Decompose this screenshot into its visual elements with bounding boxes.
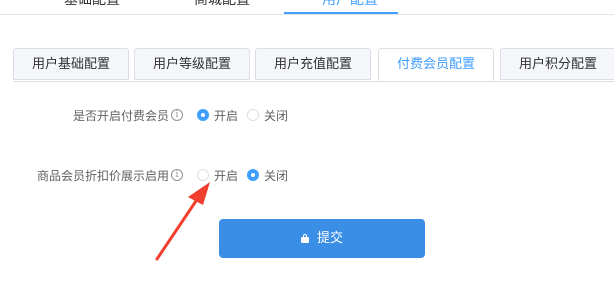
top-tab-user-label: 用户配置 — [322, 0, 378, 8]
submit-label: 提交 — [316, 231, 343, 246]
radio-dot — [247, 169, 259, 181]
discount-display-off-radio[interactable]: 关闭 — [247, 169, 288, 183]
discount-display-off-label: 关闭 — [264, 169, 289, 183]
discount-display-label: 商品会员折扣价展示启用 — [36, 169, 169, 183]
paid-member-row: 是否开启付费会员 开启 关闭 — [0, 106, 614, 126]
radio-dot — [197, 169, 209, 181]
top-tab-active-indicator — [284, 12, 398, 14]
discount-display-on-label: 开启 — [214, 169, 239, 183]
discount-display-on-radio[interactable]: 开启 — [197, 169, 238, 183]
lock-icon — [300, 234, 309, 243]
tab-user-basic[interactable]: 用户基础配置 — [13, 48, 129, 80]
paid-member-label: 是否开启付费会员 — [72, 109, 169, 123]
cart-icon — [172, 0, 182, 5]
gear-icon — [42, 0, 52, 5]
submit-button[interactable]: 提交 — [219, 219, 425, 258]
tab-user-points[interactable]: 用户积分配置 — [500, 48, 614, 80]
discount-display-row: 商品会员折扣价展示启用 开启 关闭 — [0, 166, 614, 186]
paid-member-on-radio[interactable]: 开启 — [197, 109, 238, 123]
top-tab-strip: 基础配置 商城配置 用户配置 — [0, 0, 614, 15]
tab-user-level[interactable]: 用户等级配置 — [134, 48, 250, 80]
top-tab-mall-label: 商城配置 — [194, 0, 250, 8]
radio-dot — [247, 109, 259, 121]
user-icon — [300, 0, 310, 5]
info-icon[interactable] — [171, 168, 183, 182]
paid-member-off-label: 关闭 — [264, 109, 289, 123]
radio-dot — [197, 109, 209, 121]
tab-user-recharge[interactable]: 用户充值配置 — [255, 48, 371, 80]
top-tab-basic-label: 基础配置 — [64, 0, 120, 8]
info-icon[interactable] — [171, 108, 183, 122]
tab-divider — [13, 81, 614, 82]
top-tab-basic[interactable]: 基础配置 — [42, 0, 120, 14]
top-tab-mall[interactable]: 商城配置 — [172, 0, 250, 14]
paid-member-on-label: 开启 — [214, 109, 239, 123]
tab-paid-member[interactable]: 付费会员配置 — [378, 48, 494, 81]
paid-member-off-radio[interactable]: 关闭 — [247, 109, 288, 123]
